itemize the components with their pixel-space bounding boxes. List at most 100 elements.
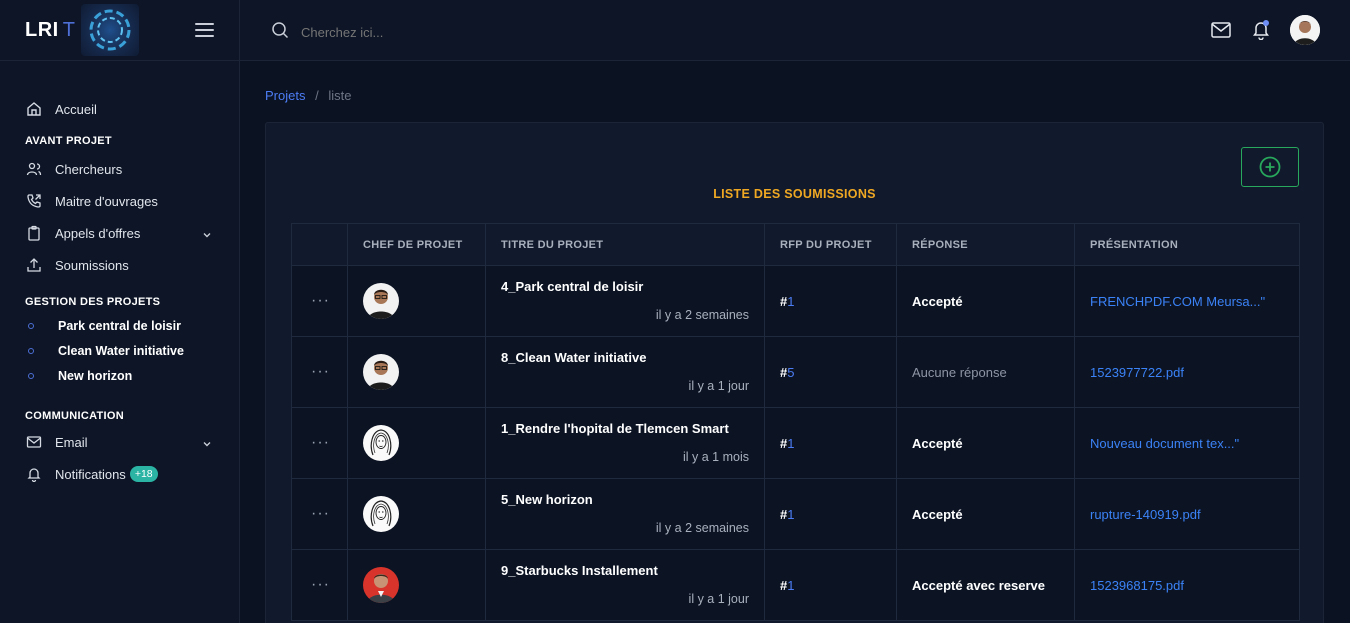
user-avatar[interactable]: [1290, 15, 1320, 45]
row-actions-menu[interactable]: ···: [291, 549, 348, 621]
brand-suffix: T: [62, 18, 75, 41]
project-title[interactable]: 5_New horizon: [501, 492, 593, 507]
sidebar-item-soumissions[interactable]: Soumissions: [0, 249, 239, 281]
sidebar-project-park[interactable]: Park central de loisir: [0, 313, 239, 338]
bullet-icon: [28, 372, 34, 379]
section-title-communication: COMMUNICATION: [25, 410, 125, 422]
sidebar-item-label: New horizon: [58, 368, 133, 383]
project-time-ago: il y a 2 semaines: [655, 308, 749, 322]
sidebar-item-label: Soumissions: [55, 257, 129, 273]
row-actions-menu[interactable]: ···: [291, 478, 348, 550]
avatar: [363, 496, 399, 532]
row-actions-menu[interactable]: ···: [291, 407, 348, 479]
logo: [80, 4, 139, 56]
response-status: Accepté avec reserve: [912, 577, 1045, 593]
submissions-card: LISTE DES SOUMISSIONS CHEF DE PROJET TIT…: [265, 122, 1324, 623]
sidebar-item-label: Maitre d'ouvrages: [55, 193, 158, 209]
search-icon[interactable]: [271, 21, 289, 44]
presentation-link[interactable]: 1523968175.pdf: [1090, 578, 1184, 593]
sidebar-item-accueil[interactable]: Accueil: [0, 93, 239, 125]
sidebar-item-label: Appels d'offres: [55, 225, 141, 241]
table-row[interactable]: ··· 1_Rendre l'hopital de Tlemcen Smart …: [291, 407, 1300, 479]
phone-icon: [25, 193, 42, 210]
plus-circle-icon: [1259, 156, 1281, 178]
project-title[interactable]: 1_Rendre l'hopital de Tlemcen Smart: [501, 421, 729, 436]
bullet-icon: [28, 322, 34, 329]
sidebar-item-notifications[interactable]: Notifications +18: [0, 458, 239, 490]
breadcrumb: Projets / liste: [265, 88, 351, 103]
sidebar-item-chercheurs[interactable]: Chercheurs: [0, 153, 239, 185]
search-bar[interactable]: [271, 21, 501, 44]
card-title: LISTE DES SOUMISSIONS: [713, 187, 876, 201]
rfp-number: 1: [787, 435, 795, 451]
sidebar-item-appels-offres[interactable]: Appels d'offres: [0, 217, 239, 249]
rfp-link[interactable]: #1: [764, 478, 897, 550]
mail-icon[interactable]: [1210, 19, 1232, 41]
project-title[interactable]: 4_Park central de loisir: [501, 279, 643, 294]
breadcrumb-separator: /: [315, 88, 319, 103]
response-status: Aucune réponse: [912, 364, 1007, 380]
rfp-link[interactable]: #1: [764, 407, 897, 479]
presentation-link[interactable]: FRENCHPDF.COM Meursa...": [1090, 294, 1265, 309]
response-status: Accepté: [912, 506, 963, 522]
response-status: Accepté: [912, 435, 963, 451]
bullet-icon: [28, 347, 34, 354]
sidebar-item-label: Email: [55, 434, 88, 450]
rfp-number: 5: [787, 364, 795, 380]
col-header-actions: [291, 223, 348, 266]
users-icon: [25, 161, 42, 178]
project-time-ago: il y a 1 jour: [688, 592, 749, 606]
sidebar: LRI T Accueil AVANT PROJET Chercheurs Ma…: [0, 0, 240, 623]
mail-icon: [25, 434, 42, 451]
add-submission-button[interactable]: [1241, 147, 1299, 187]
section-title-avant-projet: AVANT PROJET: [25, 135, 112, 147]
avatar: [363, 283, 399, 319]
table-row[interactable]: ··· 9_Starbucks Installement il y a 1 jo…: [291, 549, 1300, 621]
upload-icon: [25, 257, 42, 274]
table-row[interactable]: ··· 5_New horizon il y a 2 semaines #1 A…: [291, 478, 1300, 550]
project-title[interactable]: 8_Clean Water initiative: [501, 350, 646, 365]
table-row[interactable]: ··· 8_Clean Water initiative il y a 1 jo…: [291, 336, 1300, 408]
sidebar-item-maitre-ouvrages[interactable]: Maitre d'ouvrages: [0, 185, 239, 217]
sidebar-item-label: Notifications: [55, 466, 126, 482]
row-actions-menu[interactable]: ···: [291, 336, 348, 408]
table-row[interactable]: ··· 4_Park central de loisir il y a 2 se…: [291, 265, 1300, 337]
col-header-titre: TITRE DU PROJET: [485, 223, 765, 266]
project-title[interactable]: 9_Starbucks Installement: [501, 563, 658, 578]
presentation-link[interactable]: Nouveau document tex...": [1090, 436, 1239, 451]
row-actions-menu[interactable]: ···: [291, 265, 348, 337]
sidebar-item-label: Clean Water initiative: [58, 343, 184, 358]
chevron-down-icon[interactable]: [202, 228, 212, 243]
presentation-link[interactable]: rupture-140919.pdf: [1090, 507, 1201, 522]
sidebar-project-clean-water[interactable]: Clean Water initiative: [0, 338, 239, 363]
sidebar-project-new-horizon[interactable]: New horizon: [0, 363, 239, 388]
search-input[interactable]: [301, 25, 501, 40]
rfp-number: 1: [787, 293, 795, 309]
presentation-link[interactable]: 1523977722.pdf: [1090, 365, 1184, 380]
notification-count-badge: +18: [129, 466, 158, 482]
project-time-ago: il y a 1 jour: [688, 379, 749, 393]
breadcrumb-link-projets[interactable]: Projets: [265, 88, 305, 103]
response-status: Accepté: [912, 293, 963, 309]
project-time-ago: il y a 1 mois: [683, 450, 749, 464]
avatar: [363, 567, 399, 603]
table-header-row: CHEF DE PROJET TITRE DU PROJET RFP DU PR…: [291, 223, 1300, 266]
col-header-reponse: RÉPONSE: [896, 223, 1075, 266]
rfp-link[interactable]: #1: [764, 549, 897, 621]
sidebar-item-label: Park central de loisir: [58, 318, 181, 333]
menu-toggle-icon[interactable]: [195, 23, 214, 38]
chevron-down-icon[interactable]: [202, 437, 212, 452]
bell-icon[interactable]: [1250, 19, 1272, 41]
avatar: [363, 425, 399, 461]
rfp-link[interactable]: #1: [764, 265, 897, 337]
sidebar-item-email[interactable]: Email: [0, 426, 239, 458]
brand[interactable]: LRI T: [0, 0, 239, 61]
sidebar-item-label: Chercheurs: [55, 161, 123, 177]
section-title-gestion-projets: GESTION DES PROJETS: [25, 296, 161, 308]
submissions-table: CHEF DE PROJET TITRE DU PROJET RFP DU PR…: [291, 223, 1300, 621]
rfp-link[interactable]: #5: [764, 336, 897, 408]
topbar: [240, 0, 1350, 61]
brand-name: LRI: [25, 18, 59, 41]
rfp-number: 1: [787, 577, 795, 593]
col-header-presentation: PRÉSENTATION: [1074, 223, 1300, 266]
